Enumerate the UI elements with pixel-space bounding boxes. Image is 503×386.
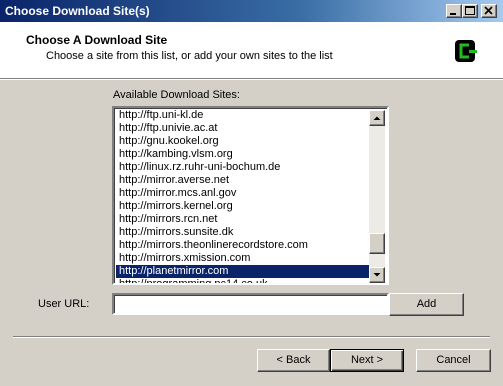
scroll-up-icon xyxy=(373,116,381,120)
site-list-item[interactable]: http://mirror.mcs.anl.gov xyxy=(116,187,372,200)
user-url-label: User URL: xyxy=(38,298,90,310)
site-list-item[interactable]: http://linux.rz.ruhr-uni-bochum.de xyxy=(116,161,372,174)
minimize-button[interactable] xyxy=(446,4,462,18)
cygwin-logo-icon xyxy=(455,40,477,62)
scroll-down-icon xyxy=(373,273,381,277)
site-list-item[interactable]: http://mirrors.xmission.com xyxy=(116,252,372,265)
download-sites-list[interactable]: http://ftp.uni-kl.de http://ftp.univie.ac… xyxy=(112,106,389,285)
page-subtitle: Choose a site from this list, or add you… xyxy=(46,50,333,62)
close-icon xyxy=(484,6,493,15)
site-list-item[interactable]: http://ftp.uni-kl.de xyxy=(116,109,372,122)
site-list-item[interactable]: http://gnu.kookel.org xyxy=(116,135,372,148)
vertical-scrollbar[interactable] xyxy=(369,110,385,283)
footer-separator xyxy=(13,336,490,338)
site-list-item[interactable]: http://mirrors.sunsite.dk xyxy=(116,226,372,239)
site-list-item[interactable]: http://mirror.averse.net xyxy=(116,174,372,187)
page-title: Choose A Download Site xyxy=(26,33,168,47)
site-list-item[interactable]: http://planetmirror.com xyxy=(116,265,372,278)
site-list-item[interactable]: http://mirrors.kernel.org xyxy=(116,200,372,213)
site-list-item[interactable]: http://mirrors.theonlinerecordstore.com xyxy=(116,239,372,252)
next-button[interactable]: Next > xyxy=(330,349,404,372)
minimize-icon xyxy=(450,13,456,15)
maximize-button[interactable] xyxy=(462,4,478,18)
window-title: Choose Download Site(s) xyxy=(5,4,150,18)
cancel-button[interactable]: Cancel xyxy=(416,349,491,372)
title-bar[interactable]: Choose Download Site(s) xyxy=(0,0,503,22)
site-list-item[interactable]: http://kambing.vlsm.org xyxy=(116,148,372,161)
user-url-input[interactable] xyxy=(112,293,389,315)
scroll-thumb[interactable] xyxy=(369,233,385,254)
sites-label: Available Download Sites: xyxy=(113,89,240,101)
scroll-down-button[interactable] xyxy=(369,267,385,283)
scroll-up-button[interactable] xyxy=(369,110,385,126)
maximize-icon xyxy=(465,6,475,15)
site-items: http://ftp.uni-kl.de http://ftp.univie.ac… xyxy=(116,109,372,283)
header-separator xyxy=(0,78,503,80)
site-list-item[interactable]: http://mirrors.rcn.net xyxy=(116,213,372,226)
back-button[interactable]: < Back xyxy=(257,349,330,372)
close-button[interactable] xyxy=(481,4,497,18)
wizard-header: Choose A Download Site Choose a site fro… xyxy=(0,22,503,78)
add-button[interactable]: Add xyxy=(389,293,464,316)
site-list-item[interactable]: http://ftp.univie.ac.at xyxy=(116,122,372,135)
site-list-item[interactable]: http://programming.pc14.co.uk xyxy=(116,278,372,283)
